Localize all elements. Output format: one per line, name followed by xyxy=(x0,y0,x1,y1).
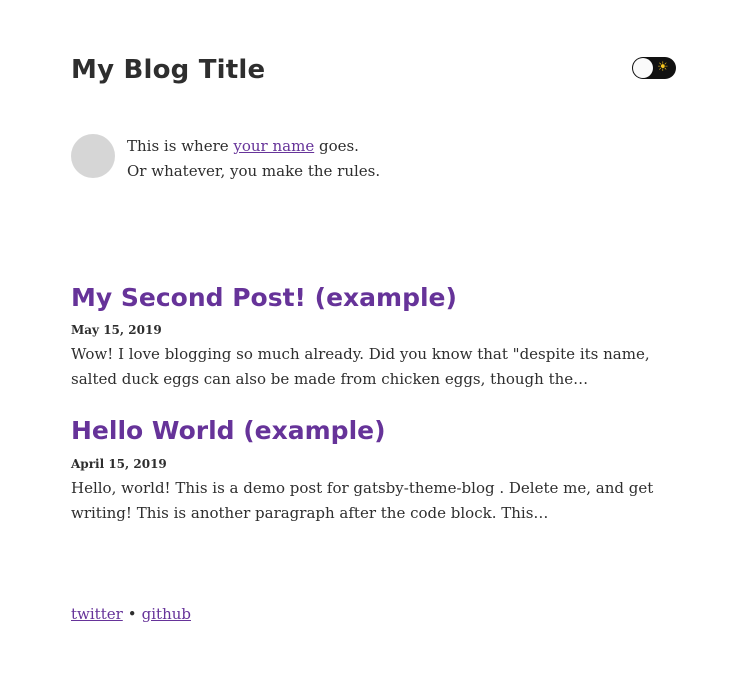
bio-suffix: goes. xyxy=(314,137,359,155)
toggle-knob xyxy=(633,58,653,78)
author-name-link[interactable]: your name xyxy=(233,137,314,155)
bio-prefix: This is where xyxy=(127,137,234,155)
footer-separator: • xyxy=(127,605,137,623)
github-link[interactable]: github xyxy=(142,605,191,623)
post-excerpt: Wow! I love blogging so much already. Di… xyxy=(71,345,650,388)
sun-icon: ☀ xyxy=(657,60,669,75)
avatar xyxy=(71,134,115,178)
footer: twitter • github xyxy=(71,602,191,626)
site-title[interactable]: My Blog Title xyxy=(71,52,265,88)
post-excerpt: Hello, world! This is a demo post for ga… xyxy=(71,479,654,522)
twitter-link[interactable]: twitter xyxy=(71,605,123,623)
post-title-link[interactable]: Hello World (example) xyxy=(71,414,386,448)
bio: This is where your name goes. Or whateve… xyxy=(127,134,380,184)
post-date: April 15, 2019 xyxy=(71,457,167,471)
post-title-link[interactable]: My Second Post! (example) xyxy=(71,281,457,315)
theme-toggle[interactable]: ☀ xyxy=(632,57,676,79)
post-date: May 15, 2019 xyxy=(71,323,162,337)
bio-line-1: This is where your name goes. xyxy=(127,134,380,159)
bio-line-2: Or whatever, you make the rules. xyxy=(127,162,381,180)
page: My Blog Title ☀ This is where your name … xyxy=(0,0,753,690)
